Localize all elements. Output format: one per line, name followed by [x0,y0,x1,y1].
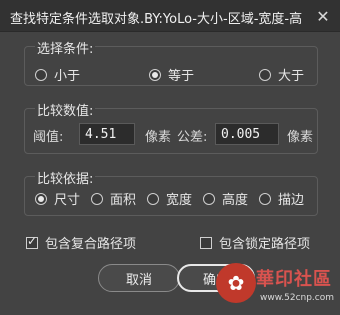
radio-area[interactable]: 面积 [91,189,136,208]
radio-label: 等于 [168,69,195,84]
radio-stroke[interactable]: 描边 [259,189,304,208]
window-title: 查找特定条件选取对象.BY:YoLo-大小-区域-宽度-高... [10,12,302,27]
radio-label: 面积 [110,193,137,208]
include-compound-paths-checkbox[interactable]: 包含复合路径项 [26,233,136,252]
checkbox-box [200,236,212,249]
radio-equal[interactable]: 等于 [149,65,194,84]
title-bar: 查找特定条件选取对象.BY:YoLo-大小-区域-宽度-高... ✕ [0,0,340,32]
radio-circle [147,192,159,205]
comparison-value-group: 比较数值: 阈值: 像素 公差: 像素 [24,100,318,154]
radio-circle [35,192,47,205]
watermark-site-name: 華印社區 [256,269,332,290]
radio-label: 小于 [54,69,81,84]
radio-circle [259,192,271,205]
radio-circle [259,68,271,81]
threshold-label: 阈值: [33,130,64,145]
comparison-value-legend: 比较数值: [35,100,96,119]
watermark-url: www.52cnp.com [260,293,335,303]
radio-size[interactable]: 尺寸 [35,189,80,208]
radio-circle [203,192,215,205]
radio-label: 大于 [278,69,305,84]
watermark: ✿ 華印社區 www.52cnp.com [216,263,336,313]
tolerance-unit: 像素 [287,130,314,145]
watermark-seal-icon: ✿ [216,263,256,303]
tolerance-input[interactable] [215,123,279,145]
threshold-unit: 像素 [145,130,172,145]
selection-condition-legend: 选择条件: [35,38,96,57]
radio-circle [35,68,47,81]
cancel-button[interactable]: 取消 [98,264,180,292]
radio-greater-than[interactable]: 大于 [259,65,304,84]
comparison-basis-legend: 比较依据: [35,168,96,187]
checkbox-box [26,234,38,249]
threshold-input[interactable] [79,123,135,145]
selection-condition-group: 选择条件: 小于 等于 大于 [24,38,318,86]
radio-label: 描边 [278,193,305,208]
close-icon: ✕ [316,6,330,26]
checkbox-label: 包含复合路径项 [45,237,137,252]
radio-label: 尺寸 [54,193,81,208]
radio-label: 高度 [222,193,249,208]
checkbox-label: 包含锁定路径项 [219,237,311,252]
radio-label: 宽度 [166,193,193,208]
tolerance-label: 公差: [177,130,208,145]
radio-circle [91,192,103,205]
include-locked-paths-checkbox[interactable]: 包含锁定路径项 [200,233,310,252]
radio-circle [149,68,161,81]
close-button[interactable]: ✕ [312,6,334,26]
radio-width[interactable]: 宽度 [147,189,192,208]
radio-less-than[interactable]: 小于 [35,65,80,84]
radio-height[interactable]: 高度 [203,189,248,208]
comparison-basis-group: 比较依据: 尺寸 面积 宽度 高度 描边 [24,168,318,216]
